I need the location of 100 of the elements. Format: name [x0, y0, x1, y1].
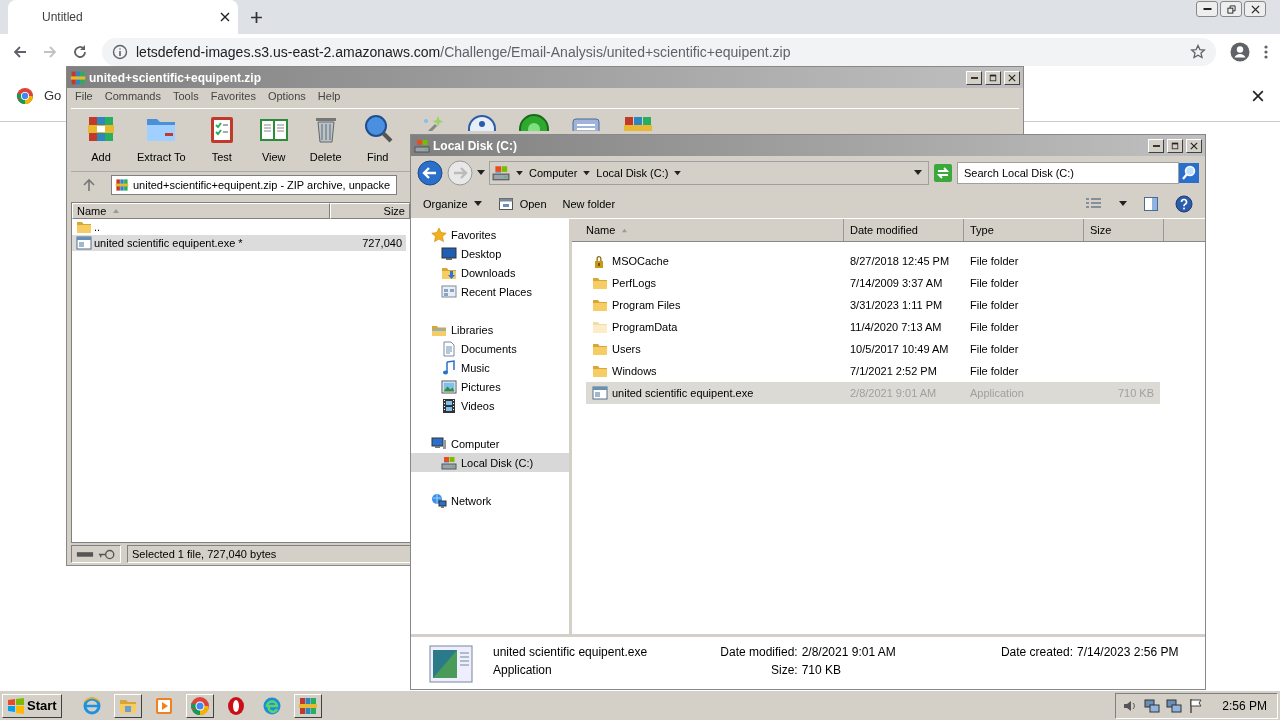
- menu-item[interactable]: File: [75, 90, 93, 106]
- folder-icon: [592, 341, 608, 357]
- star-icon[interactable]: [1190, 44, 1206, 60]
- ie-icon: [81, 695, 102, 716]
- refresh-icon[interactable]: [933, 163, 953, 183]
- file-row[interactable]: Program Files 3/31/2023 1:11 PM File folder: [586, 294, 1160, 316]
- column-header[interactable]: Type: [964, 219, 1084, 241]
- file-name: PerfLogs: [612, 277, 657, 289]
- star-icon: [431, 226, 447, 243]
- recent-places-icon: [441, 283, 457, 300]
- caret-icon[interactable]: [674, 170, 682, 176]
- column-header[interactable]: Name: [572, 219, 844, 241]
- column-header[interactable]: Size: [330, 203, 410, 219]
- application-icon: [429, 645, 473, 683]
- close-button[interactable]: [1244, 1, 1266, 17]
- file-row[interactable]: united scientific equipent.exe * 727,040: [72, 235, 406, 251]
- back-icon[interactable]: [12, 44, 28, 60]
- network-icon[interactable]: [1166, 697, 1183, 714]
- status-text: Selected 1 file, 727,040 bytes: [132, 548, 277, 560]
- info-icon[interactable]: [112, 44, 128, 60]
- breadcrumb[interactable]: Local Disk (C:): [596, 167, 669, 179]
- address-bar[interactable]: Computer Local Disk (C:): [489, 161, 929, 185]
- breadcrumb[interactable]: Computer: [529, 167, 578, 179]
- music-note-icon: [441, 359, 457, 376]
- nav-item[interactable]: Libraries: [411, 320, 569, 339]
- preview-pane-icon[interactable]: [1143, 196, 1159, 212]
- minimize-button[interactable]: [1196, 1, 1218, 17]
- date-modified: 2/8/2021 9:01 AM: [850, 387, 937, 399]
- close-icon[interactable]: [1252, 89, 1264, 102]
- maximize-button[interactable]: [1167, 138, 1183, 153]
- caret-icon[interactable]: [583, 170, 591, 176]
- back-button[interactable]: [417, 160, 443, 186]
- nav-item[interactable]: Documents: [411, 339, 569, 358]
- maximize-button[interactable]: [985, 70, 1001, 85]
- column-header[interactable]: Name: [72, 203, 330, 219]
- file-row[interactable]: Users 10/5/2017 10:49 AM File folder: [586, 338, 1160, 360]
- menu-item[interactable]: Tools: [173, 90, 199, 106]
- caret-icon[interactable]: [1119, 201, 1127, 207]
- caret-icon[interactable]: [477, 170, 485, 176]
- menu-item[interactable]: Help: [317, 90, 341, 106]
- file-row[interactable]: united scientific equipent.exe 2/8/2021 9:01 AM Application 710 KB: [586, 382, 1160, 404]
- profile-icon[interactable]: [1230, 42, 1250, 62]
- command-button[interactable]: Open: [497, 196, 547, 212]
- network-icon[interactable]: [1144, 697, 1161, 714]
- start-button[interactable]: Start: [2, 693, 62, 718]
- menu-item[interactable]: Options: [267, 90, 306, 106]
- nav-item[interactable]: Pictures: [411, 377, 569, 396]
- person-icon[interactable]: [465, 113, 498, 131]
- file-row[interactable]: ProgramData 11/4/2020 7:13 AM File folder: [586, 316, 1160, 338]
- date-modified: 7/1/2021 2:52 PM: [850, 365, 937, 377]
- file-row[interactable]: Windows 7/1/2021 2:52 PM File folder: [586, 360, 1160, 382]
- menu-item[interactable]: Commands: [104, 90, 161, 106]
- close-icon[interactable]: [220, 12, 230, 22]
- flag-icon[interactable]: [1188, 697, 1205, 714]
- nav-item[interactable]: Recent Places: [411, 282, 569, 301]
- command-button[interactable]: Organize: [423, 198, 482, 210]
- toolbar-button[interactable]: Extract To: [135, 113, 188, 163]
- menu-item[interactable]: Favorites: [210, 90, 256, 106]
- file-row[interactable]: ..: [72, 219, 406, 235]
- file-row[interactable]: PerfLogs 7/14/2009 3:37 AM File folder: [586, 272, 1160, 294]
- path-field[interactable]: united+scientific+equipent.zip - ZIP archive, unpacke: [111, 175, 397, 195]
- winrar-icon: [297, 695, 318, 716]
- up-arrow-icon[interactable]: [81, 177, 97, 193]
- nav-item[interactable]: Local Disk (C:): [411, 453, 569, 472]
- caret-icon[interactable]: [914, 170, 922, 176]
- taskbar-button[interactable]: [293, 693, 322, 718]
- folder-icon: [76, 219, 92, 235]
- nav-item[interactable]: Music: [411, 358, 569, 377]
- restore-button[interactable]: [1220, 1, 1242, 17]
- command-button[interactable]: New folder: [562, 198, 616, 210]
- toolbar-button[interactable]: Find: [359, 113, 396, 163]
- key-icon: [98, 548, 116, 560]
- help-icon[interactable]: [1175, 195, 1193, 213]
- nav-item[interactable]: Videos: [411, 396, 569, 415]
- file-row[interactable]: MSOCache 8/27/2018 12:45 PM File folder: [586, 250, 1160, 272]
- file-name: ProgramData: [612, 321, 678, 333]
- reload-icon[interactable]: [72, 44, 88, 60]
- monitor-icon: [441, 245, 457, 262]
- caret-icon[interactable]: [516, 170, 523, 176]
- search-icon[interactable]: [1179, 163, 1199, 183]
- toolbar-button[interactable]: Test: [203, 113, 240, 163]
- toolbar-button[interactable]: View: [255, 113, 292, 163]
- drive-icon: [492, 164, 510, 182]
- menu-icon[interactable]: [1264, 44, 1268, 60]
- nav-item[interactable]: Network: [411, 491, 569, 510]
- media-player-icon: [153, 695, 174, 716]
- taskbar-button[interactable]: [185, 693, 214, 718]
- toolbar-button[interactable]: Delete: [307, 113, 344, 163]
- address-field[interactable]: letsdefend-images.s3.us-east-2.amazonaws.com/Challenge/Email-Analysis/united+scientific+equipent.zip: [102, 38, 1216, 66]
- column-header[interactable]: Size: [1084, 219, 1164, 241]
- browser-tab[interactable]: Untitled: [8, 0, 238, 34]
- toolbar-button[interactable]: Add: [83, 113, 119, 163]
- file-type: File folder: [970, 343, 1019, 355]
- column-header[interactable]: Date modified: [844, 219, 964, 241]
- nav-item[interactable]: Computer: [411, 434, 569, 453]
- nav-item[interactable]: Desktop: [411, 244, 569, 263]
- nav-item[interactable]: Downloads: [411, 263, 569, 282]
- search-field[interactable]: Search Local Disk (C:): [957, 162, 1179, 184]
- nav-item[interactable]: Favorites: [411, 225, 569, 244]
- taskbar-button[interactable]: [113, 693, 142, 718]
